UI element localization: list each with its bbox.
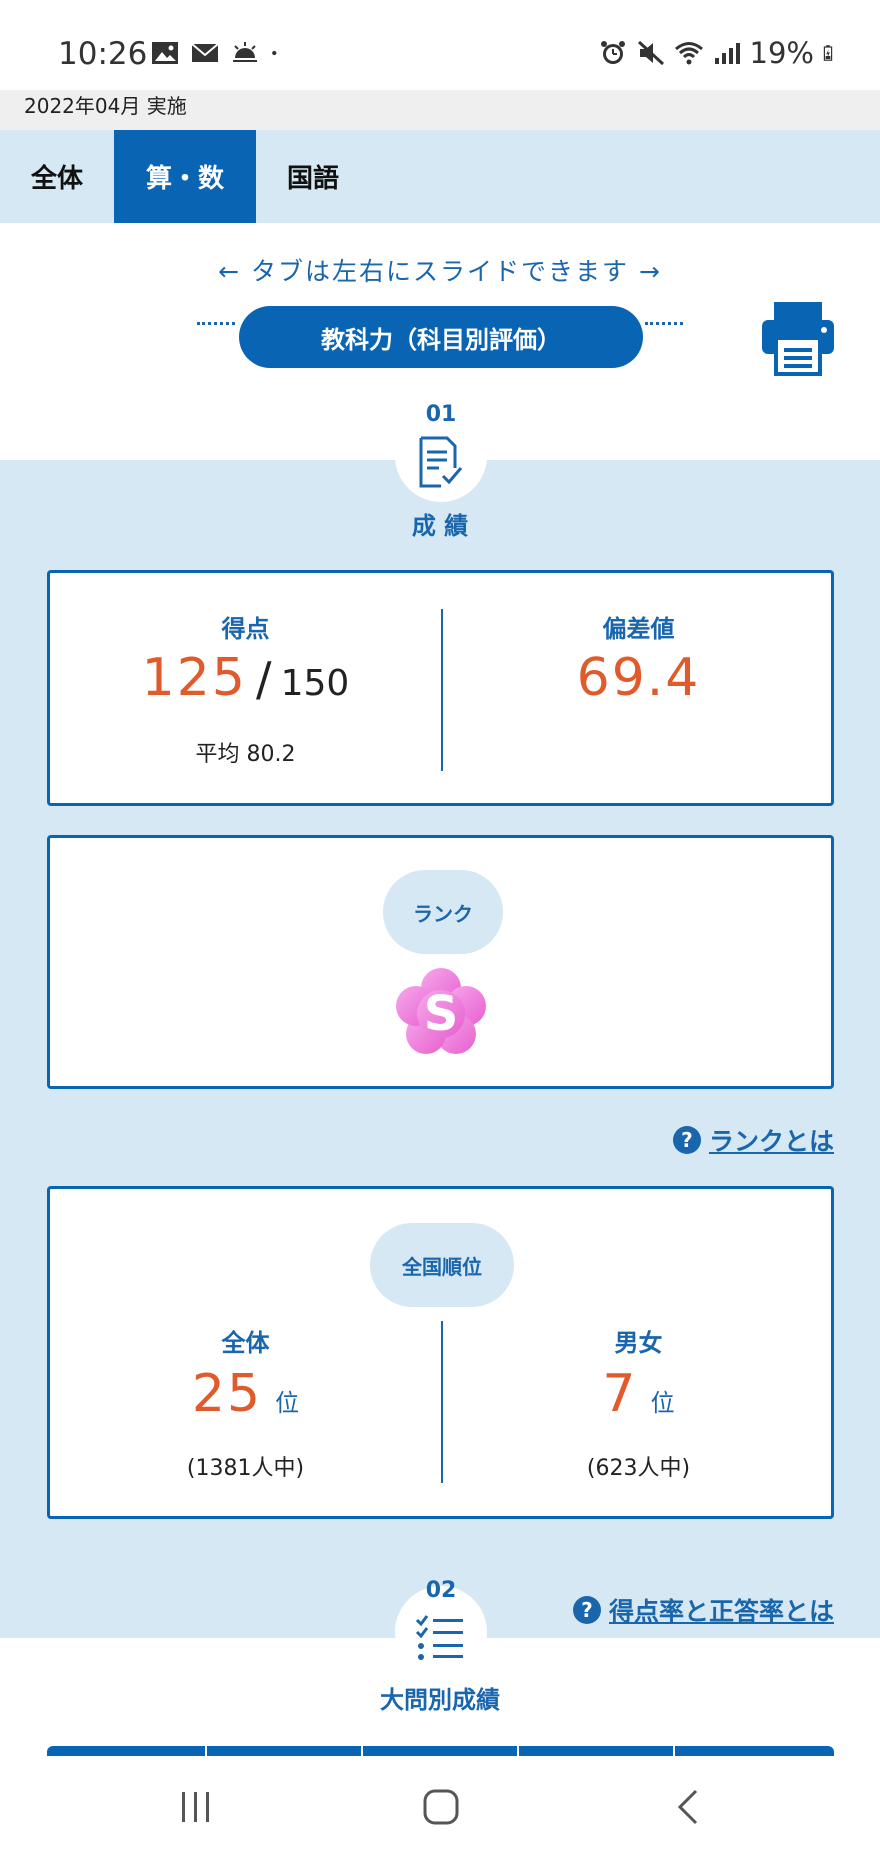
arrow-right-icon: →: [638, 257, 662, 286]
mute-icon: [637, 40, 664, 66]
table-separator: [361, 1746, 363, 1756]
deviation-value: 69.4: [576, 648, 701, 708]
tab-math[interactable]: 算・数: [114, 130, 256, 223]
rank-s-flower-icon: S: [396, 968, 486, 1054]
question-icon: ?: [572, 1596, 601, 1624]
score-max: 150: [280, 663, 350, 704]
gender-rank-unit: 位: [650, 1389, 675, 1417]
status-time: 10:26: [58, 36, 148, 72]
arrow-left-icon: ←: [218, 257, 242, 286]
dots-divider-right: [645, 322, 683, 325]
overall-rank-unit: 位: [275, 1389, 300, 1417]
tab-japanese[interactable]: 国語: [256, 130, 370, 223]
score-card: 得点 125 / 150 平均 80.2 偏差値 69.4: [47, 570, 834, 806]
overall-rank-value: 25: [191, 1364, 263, 1424]
gender-rank-column: 男女 7 位 (623人中): [443, 1323, 834, 1482]
battery-percent: 19%: [749, 36, 814, 70]
list-check-icon: [415, 1615, 463, 1660]
status-left-icons: [150, 40, 286, 66]
gender-rank-value: 7: [602, 1364, 638, 1424]
section-01-badge: 01: [395, 402, 487, 502]
score-rate-help-text: 得点率と正答率とは: [608, 1597, 834, 1626]
gender-rank-label: 男女: [614, 1329, 663, 1357]
subject-tabs: 全体 算・数 国語: [0, 130, 880, 223]
rank-label-pill: ランク: [383, 870, 503, 954]
rank-help-text: ランクとは: [708, 1127, 834, 1156]
dot-icon: [272, 50, 277, 56]
slide-hint-text: タブは左右にスライドできます: [250, 257, 629, 286]
battery-icon: [823, 45, 833, 61]
section-01-label: 成 績: [411, 512, 469, 540]
exam-date: 2022年04月 実施: [24, 94, 187, 118]
section-02-label: 大問別成績: [380, 1686, 500, 1714]
dots-divider-left: [197, 322, 235, 325]
deviation-label: 偏差値: [602, 615, 675, 643]
deviation-column: 偏差値 69.4: [443, 609, 834, 706]
recent-apps-icon[interactable]: [178, 1790, 214, 1824]
section-02-table-header: [47, 1746, 834, 1756]
status-bar: 10:26 19%: [0, 0, 880, 90]
section-title: 教科力（科目別評価）: [239, 306, 643, 368]
gallery-icon: [152, 42, 178, 64]
rank-help-link[interactable]: ? ランクとは: [672, 1122, 834, 1158]
slide-hint: ← タブは左右にスライドできます →: [0, 252, 880, 288]
table-separator: [673, 1746, 675, 1756]
overall-rank-label: 全体: [221, 1329, 270, 1357]
status-right-icons: 19%: [598, 36, 840, 70]
rank-card: ランク S: [47, 835, 834, 1089]
gender-rank-total: (623人中): [586, 1456, 691, 1481]
score-sheet-icon: [419, 436, 463, 488]
overall-rank-total: (1381人中): [186, 1456, 305, 1481]
score-rate-help-link[interactable]: ? 得点率と正答率とは: [572, 1592, 834, 1628]
system-nav-bar: [0, 1756, 880, 1858]
section-02-badge: 02: [395, 1578, 487, 1678]
signal-icon: [714, 43, 740, 64]
table-separator: [205, 1746, 207, 1756]
back-icon[interactable]: [674, 1788, 704, 1826]
section-number: 01: [425, 402, 457, 427]
score-slash: /: [256, 652, 272, 706]
rank-value: S: [424, 986, 459, 1042]
printer-icon[interactable]: [760, 300, 836, 376]
section-number: 02: [425, 1578, 457, 1603]
weather-icon: [233, 42, 257, 62]
national-rank-card: 全国順位 全体 25 位 (1381人中) 男女 7 位 (623人中): [47, 1186, 834, 1519]
mail-icon: [191, 43, 219, 62]
overall-rank-column: 全体 25 位 (1381人中): [50, 1323, 441, 1482]
tab-overall[interactable]: 全体: [0, 130, 114, 223]
alarm-icon: [600, 41, 625, 64]
question-icon: ?: [672, 1126, 701, 1154]
header-strip: 2022年04月 実施: [0, 90, 880, 130]
score-average: 平均 80.2: [195, 742, 296, 767]
table-separator: [517, 1746, 519, 1756]
score-value: 125: [141, 648, 247, 708]
national-rank-pill: 全国順位: [370, 1223, 514, 1307]
score-column: 得点 125 / 150 平均 80.2: [50, 609, 441, 768]
wifi-icon: [674, 42, 703, 65]
score-label: 得点: [221, 615, 270, 643]
home-icon[interactable]: [422, 1788, 460, 1826]
